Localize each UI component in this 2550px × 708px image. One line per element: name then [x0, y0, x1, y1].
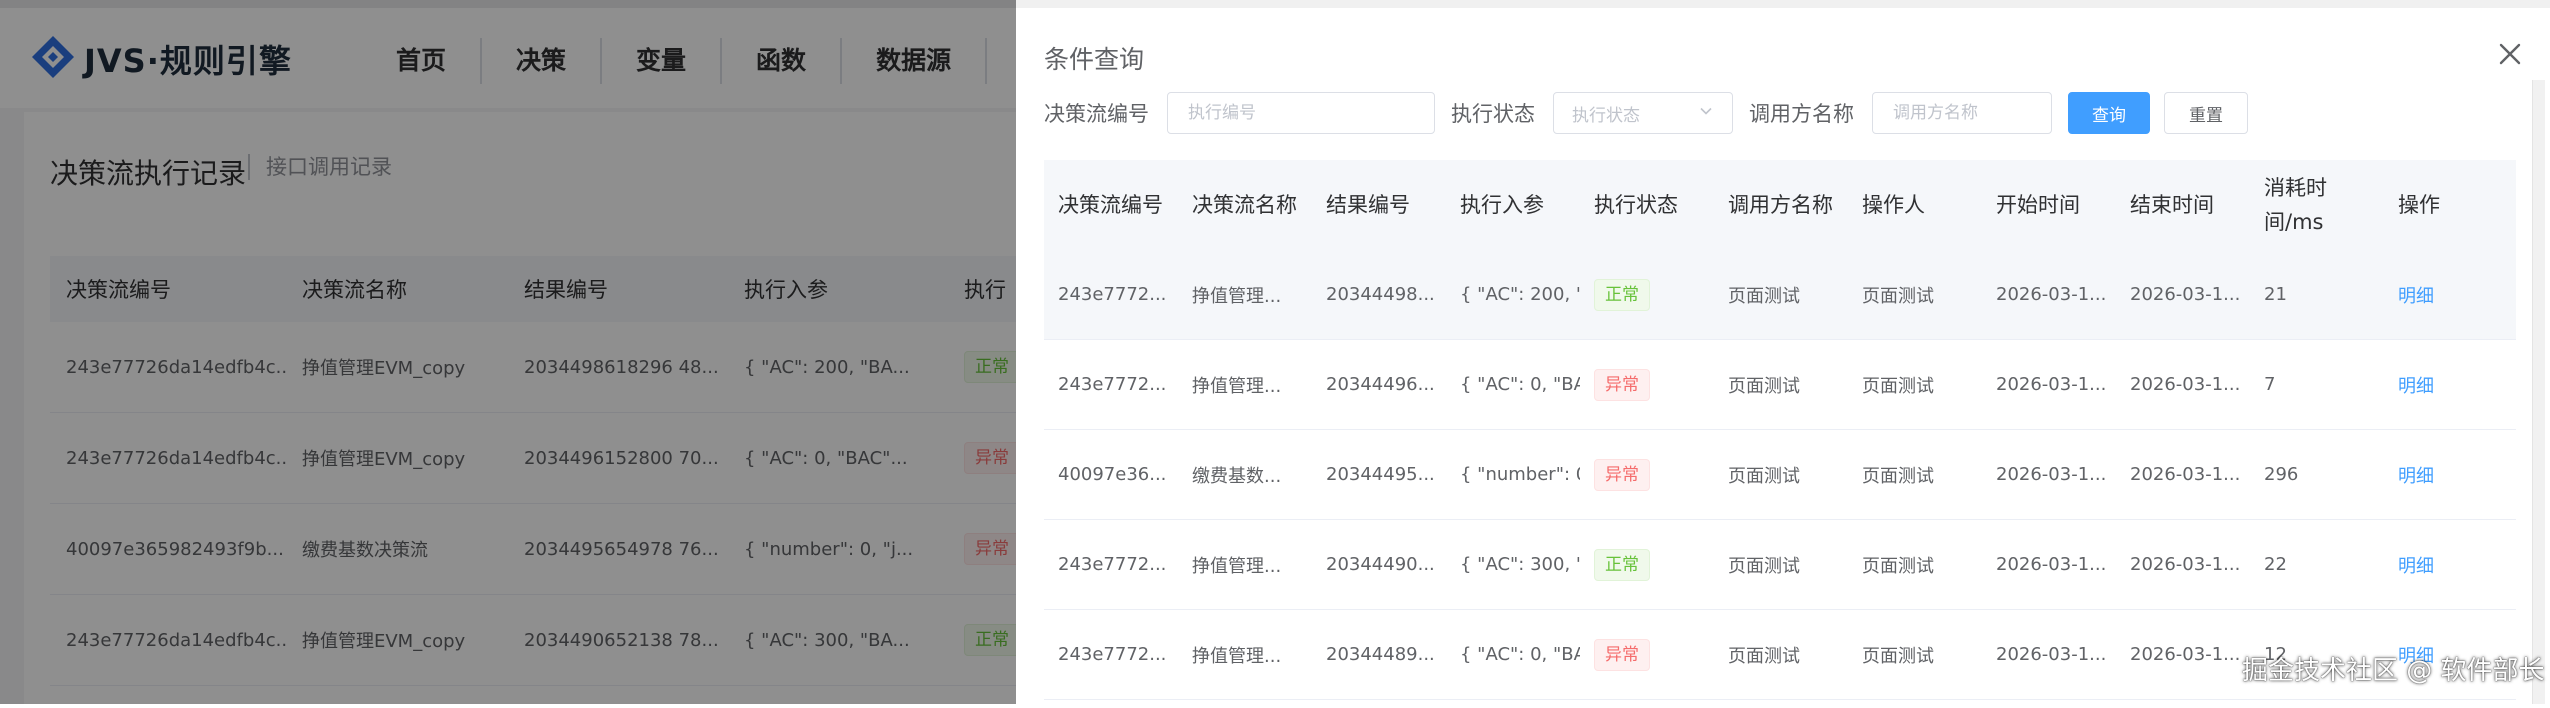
start-time-cell: 2026-03-1...: [1996, 554, 2107, 575]
params-cell: { "number": 0, ': [1460, 464, 1580, 485]
cost-cell: 7: [2264, 374, 2276, 395]
status-badge: 正常: [1594, 548, 1650, 581]
flow-name-cell: 挣值管理...: [1192, 375, 1282, 397]
table-header: 决策流编号 决策流名称 结果编号 执行入参 执行状态 调用方名称 操作人 开始时…: [1044, 160, 2516, 250]
column-header: 操作: [2398, 193, 2440, 217]
end-time-cell: 2026-03-1...: [2130, 554, 2241, 575]
status-badge: 异常: [1594, 458, 1650, 491]
operator-cell: 页面测试: [1862, 465, 1934, 487]
table-row[interactable]: 243e7772... 挣值管理... 20344498... { "AC": …: [1044, 250, 2516, 340]
params-cell: { "AC": 300, "B: [1460, 554, 1580, 575]
column-header: 结束时间: [2130, 193, 2214, 217]
filter-bar: 决策流编号 执行状态 执行状态 调用方名称 查询 重置: [1044, 92, 2248, 134]
result-id-cell: 20344490...: [1326, 554, 1435, 575]
params-cell: { "AC": 0, "BAC: [1460, 374, 1580, 395]
result-id-cell: 20344498...: [1326, 284, 1435, 305]
column-header: 结果编号: [1326, 193, 1410, 217]
operator-cell: 页面测试: [1862, 285, 1934, 307]
detail-link[interactable]: 明细: [2398, 466, 2434, 487]
query-drawer: 条件查询 决策流编号 执行状态 执行状态 调用方名称 查询 重置 决策流编号 决…: [1016, 0, 2550, 704]
params-cell: { "AC": 0, "BAC: [1460, 644, 1580, 665]
action-cell: 明细: [2384, 552, 2516, 578]
start-time-cell: 2026-03-1...: [1996, 374, 2107, 395]
start-time-cell: 2026-03-1...: [1996, 644, 2107, 665]
caller-cell: 页面测试: [1728, 465, 1800, 487]
status-badge: 异常: [1594, 638, 1650, 671]
column-header: 消耗时间/ms: [2264, 176, 2327, 234]
result-id-cell: 20344496...: [1326, 374, 1435, 395]
status-cell: 正常: [1580, 278, 1714, 311]
cost-cell: 296: [2264, 464, 2299, 485]
reset-button[interactable]: 重置: [2164, 92, 2248, 134]
status-badge: 异常: [1594, 368, 1650, 401]
caller-cell: 页面测试: [1728, 375, 1800, 397]
close-icon: [2494, 43, 2526, 74]
detail-link[interactable]: 明细: [2398, 376, 2434, 397]
status-badge: 正常: [1594, 278, 1650, 311]
caller-input[interactable]: [1872, 92, 2052, 134]
flow-id-label: 决策流编号: [1044, 102, 1149, 126]
operator-cell: 页面测试: [1862, 645, 1934, 667]
close-button[interactable]: [2494, 38, 2526, 70]
status-cell: 异常: [1580, 368, 1714, 401]
operator-cell: 页面测试: [1862, 555, 1934, 577]
flow-id-cell: 243e7772...: [1058, 374, 1167, 395]
chevron-down-icon: [1698, 103, 1714, 124]
column-header: 执行状态: [1594, 193, 1678, 217]
cost-cell: 22: [2264, 554, 2287, 575]
caller-cell: 页面测试: [1728, 555, 1800, 577]
status-cell: 异常: [1580, 638, 1714, 671]
status-label: 执行状态: [1451, 102, 1535, 126]
column-header: 执行入参: [1460, 193, 1544, 217]
start-time-cell: 2026-03-1...: [1996, 284, 2107, 305]
watermark-text: 掘金技术社区 @ 软件部长: [2242, 656, 2545, 686]
action-cell: 明细: [2384, 462, 2516, 488]
flow-name-cell: 挣值管理...: [1192, 285, 1282, 307]
column-header: 决策流名称: [1192, 193, 1297, 217]
column-header: 开始时间: [1996, 193, 2080, 217]
status-cell: 正常: [1580, 548, 1714, 581]
execution-records-table: 决策流编号 决策流名称 结果编号 执行入参 执行状态 调用方名称 操作人 开始时…: [1044, 160, 2516, 700]
params-cell: { "AC": 200, "B: [1460, 284, 1580, 305]
drawer-top-border: [1016, 0, 2550, 8]
column-header: 操作人: [1862, 193, 1925, 217]
flow-id-cell: 40097e36...: [1058, 464, 1167, 485]
column-header: 决策流编号: [1058, 193, 1163, 217]
end-time-cell: 2026-03-1...: [2130, 644, 2241, 665]
cost-cell: 21: [2264, 284, 2287, 305]
operator-cell: 页面测试: [1862, 375, 1934, 397]
table-row[interactable]: 243e7772... 挣值管理... 20344490... { "AC": …: [1044, 520, 2516, 610]
result-id-cell: 20344495...: [1326, 464, 1435, 485]
flow-id-input[interactable]: [1167, 92, 1435, 134]
column-header: 调用方名称: [1728, 193, 1833, 217]
caller-label: 调用方名称: [1749, 102, 1854, 126]
action-cell: 明细: [2384, 372, 2516, 398]
status-cell: 异常: [1580, 458, 1714, 491]
flow-name-cell: 挣值管理...: [1192, 555, 1282, 577]
flow-name-cell: 缴费基数...: [1192, 465, 1282, 487]
flow-name-cell: 挣值管理...: [1192, 645, 1282, 667]
caller-cell: 页面测试: [1728, 285, 1800, 307]
action-cell: 明细: [2384, 282, 2516, 308]
modal-overlay[interactable]: [0, 0, 1016, 704]
end-time-cell: 2026-03-1...: [2130, 284, 2241, 305]
detail-link[interactable]: 明细: [2398, 286, 2434, 307]
status-select-placeholder: 执行状态: [1572, 105, 1640, 126]
caller-cell: 页面测试: [1728, 645, 1800, 667]
end-time-cell: 2026-03-1...: [2130, 464, 2241, 485]
result-id-cell: 20344489...: [1326, 644, 1435, 665]
table-row[interactable]: 40097e36... 缴费基数... 20344495... { "numbe…: [1044, 430, 2516, 520]
drawer-title: 条件查询: [1044, 45, 1145, 74]
search-button[interactable]: 查询: [2068, 92, 2150, 134]
flow-id-cell: 243e7772...: [1058, 284, 1167, 305]
flow-id-cell: 243e7772...: [1058, 554, 1167, 575]
flow-id-cell: 243e7772...: [1058, 644, 1167, 665]
end-time-cell: 2026-03-1...: [2130, 374, 2241, 395]
table-row[interactable]: 243e7772... 挣值管理... 20344496... { "AC": …: [1044, 340, 2516, 430]
detail-link[interactable]: 明细: [2398, 556, 2434, 577]
start-time-cell: 2026-03-1...: [1996, 464, 2107, 485]
drawer-scrollbar[interactable]: [2532, 80, 2545, 704]
status-select[interactable]: 执行状态: [1553, 92, 1733, 134]
